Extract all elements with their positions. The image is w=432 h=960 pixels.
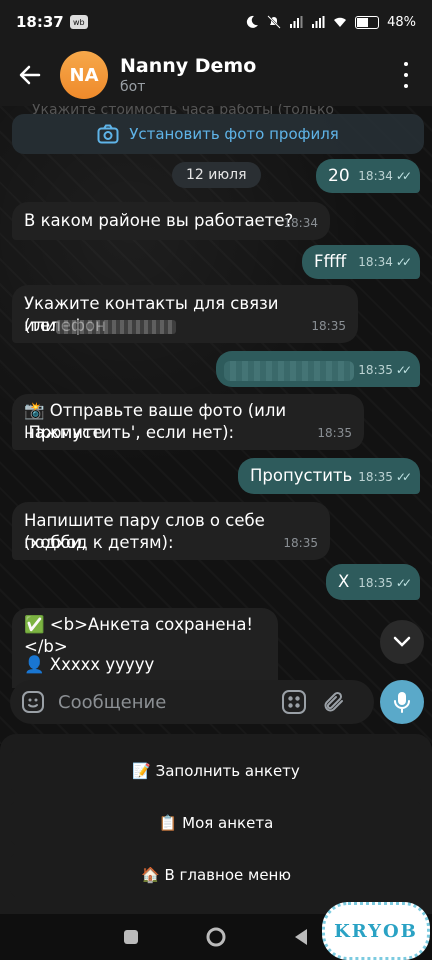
- sticker-icon: [22, 691, 44, 713]
- wb-badge-icon: wb: [69, 15, 88, 29]
- message-time: 18:35: [317, 426, 352, 440]
- camera-icon: [97, 124, 119, 144]
- wifi-icon: [334, 17, 347, 27]
- chevron-down-icon: [393, 636, 411, 647]
- keyboard-grid-icon: [282, 690, 306, 714]
- back-button[interactable]: [0, 44, 60, 106]
- paperclip-icon: [324, 691, 343, 712]
- message-bubble[interactable]: ✅ <b>Анкета сохранена!</b> 👤 Xxxxx yyyyy: [12, 608, 278, 688]
- status-icons: 48%: [245, 15, 416, 30]
- message-text: 'Пропустить', если нет):: [24, 423, 235, 442]
- message-text: 20: [328, 166, 350, 186]
- message-time: 18:35: [311, 319, 346, 333]
- message-bubble[interactable]: 20 18:34 ✓✓: [316, 159, 420, 193]
- attach-button[interactable]: [314, 682, 354, 722]
- date-separator: 12 июля: [172, 162, 261, 188]
- double-check-icon: ✓✓: [395, 363, 412, 377]
- my-form-button[interactable]: 📋 Моя анкета: [10, 800, 422, 846]
- message-time: 18:34: [358, 255, 393, 269]
- message-composer: [10, 680, 374, 724]
- chat-header: NA Nanny Demo бот: [0, 44, 432, 106]
- message-text: Пропустить: [250, 466, 353, 485]
- double-check-icon: ✓✓: [395, 169, 412, 183]
- message-text: Fffff: [314, 252, 347, 271]
- sticker-button[interactable]: [10, 690, 56, 714]
- message-time: 18:34: [283, 216, 318, 230]
- main-menu-button[interactable]: 🏠 В главное меню: [10, 852, 422, 898]
- message-time: 18:35: [358, 470, 393, 484]
- fill-form-button[interactable]: 📝 Заполнить анкету: [10, 748, 422, 794]
- battery-percent: 48%: [387, 14, 416, 30]
- message-bubble[interactable]: Пропустить 18:35 ✓✓: [238, 458, 420, 494]
- status-time: 18:37: [16, 13, 64, 31]
- message-text: или: [24, 316, 56, 335]
- message-text: подход к детям):: [24, 533, 174, 552]
- redacted-contact: [56, 319, 176, 334]
- message-meta: 18:35: [311, 315, 346, 337]
- message-time: 18:34: [358, 169, 393, 183]
- message-text: X: [338, 572, 350, 591]
- message-bubble[interactable]: 📸 Отправьте ваше фото (или нажмите 'Проп…: [12, 394, 364, 450]
- message-bubble[interactable]: X 18:35 ✓✓: [326, 564, 420, 600]
- bot-keyboard-button[interactable]: [274, 682, 314, 722]
- message-meta: 18:34 ✓✓: [358, 251, 412, 273]
- set-profile-photo-button[interactable]: Установить фото профиля: [12, 114, 424, 154]
- message-bubble[interactable]: 18:35 ✓✓: [216, 351, 420, 387]
- message-time: 18:35: [283, 536, 318, 550]
- message-input[interactable]: [56, 690, 260, 714]
- message-time: 18:35: [358, 363, 393, 377]
- double-check-icon: ✓✓: [395, 470, 412, 484]
- arrow-left-icon: [19, 65, 41, 85]
- redacted-message: [224, 361, 354, 381]
- message-bubble[interactable]: Fffff 18:34 ✓✓: [302, 245, 420, 279]
- signal-icon-2: [312, 16, 325, 28]
- set-photo-label: Установить фото профиля: [129, 125, 339, 143]
- bell-off-icon: [267, 15, 281, 29]
- message-bubble[interactable]: Напишите пару слов о себе (хобби, подход…: [12, 502, 330, 560]
- status-bar: 18:37 wb 48%: [0, 0, 432, 44]
- recents-icon[interactable]: [123, 929, 139, 945]
- message-text: ✅ <b>Анкета сохранена!</b>: [24, 615, 254, 656]
- message-meta: 18:35 ✓✓: [358, 466, 412, 488]
- double-check-icon: ✓✓: [395, 255, 412, 269]
- mic-icon: [394, 692, 410, 713]
- chat-title: Nanny Demo: [120, 55, 257, 77]
- message-time: 18:35: [358, 576, 393, 590]
- avatar[interactable]: NA: [60, 51, 108, 99]
- scroll-down-button[interactable]: [380, 620, 424, 664]
- message-text-line-2: или: [24, 315, 176, 337]
- double-check-icon: ✓✓: [395, 576, 412, 590]
- bot-reply-keyboard: 📝 Заполнить анкету 📋 Моя анкета 🏠 В глав…: [0, 734, 432, 914]
- message-text: В каком районе вы работаете?: [24, 211, 294, 230]
- message-meta: 18:35: [283, 532, 318, 554]
- message-meta: 18:34 ✓✓: [358, 165, 412, 187]
- home-icon[interactable]: [205, 926, 227, 948]
- moon-icon: [246, 15, 259, 28]
- message-bubble[interactable]: В каком районе вы работаете? 18:34: [12, 202, 330, 240]
- message-text: 👤 Xxxxx yyyyy: [24, 655, 155, 674]
- chat-title-block[interactable]: Nanny Demo бот: [120, 55, 256, 95]
- back-nav-icon[interactable]: [293, 928, 309, 946]
- battery-icon: [355, 15, 380, 29]
- chat-subtitle: бот: [120, 79, 146, 95]
- message-meta: 18:35: [317, 422, 352, 444]
- message-meta: 18:35 ✓✓: [358, 359, 412, 381]
- message-meta: 18:35 ✓✓: [358, 572, 412, 594]
- watermark-logo: KRYOB: [322, 902, 430, 960]
- mic-button[interactable]: [380, 680, 424, 724]
- message-meta: 18:34: [283, 212, 318, 234]
- signal-icon: [290, 16, 303, 28]
- message-bubble[interactable]: Укажите контакты для связи (телефон или …: [12, 285, 358, 343]
- kebab-menu-button[interactable]: [394, 62, 418, 88]
